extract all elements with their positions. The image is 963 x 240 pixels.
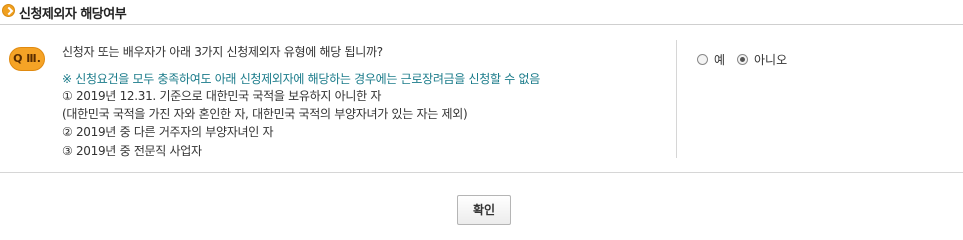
question-text: 신청자 또는 배우자가 아래 3가지 신청제외자 유형에 해당 됩니까? [62,45,383,59]
exclusion-item-1-exception: (대한민국 국적을 가진 자와 혼인한 자, 대한민국 국적의 부양자녀가 있는… [62,107,468,121]
exclusion-item-3: ③ 2019년 중 전문직 사업자 [62,144,202,158]
exclusion-notice: ※ 신청요건을 모두 충족하여도 아래 신청제외자에 해당하는 경우에는 근로장… [62,72,541,86]
question-number-badge: Q Ⅲ. [9,47,45,71]
radio-yes[interactable] [697,53,708,65]
column-divider [676,40,677,158]
option-yes[interactable]: 예 [697,51,725,67]
radio-no[interactable] [737,53,748,65]
confirm-button[interactable]: 확인 [457,195,511,225]
orange-chevron-bullet-icon [2,4,15,17]
section-title: 신청제외자 해당여부 [19,7,127,22]
option-no-label: 아니오 [754,52,788,67]
section-divider [0,24,963,25]
exclusion-item-1: ① 2019년 12.31. 기준으로 대한민국 국적을 보유하지 아니한 자 [62,89,382,103]
option-no[interactable]: 아니오 [737,51,787,67]
option-yes-label: 예 [714,52,726,67]
section-header: 신청제외자 해당여부 [0,0,963,26]
form-bottom-divider [0,172,963,173]
exclusion-item-2: ② 2019년 중 다른 거주자의 부양자녀인 자 [62,125,274,139]
